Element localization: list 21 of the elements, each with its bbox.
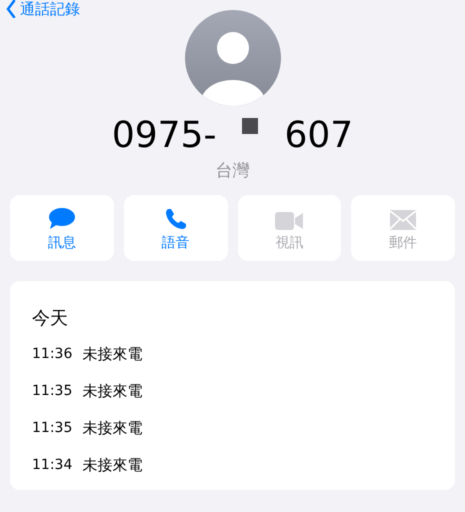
call-time: 11:36 bbox=[32, 345, 72, 364]
call-type: 未接來電 bbox=[82, 381, 142, 402]
day-heading: 今天 bbox=[32, 307, 69, 331]
call-type: 未接來電 bbox=[82, 418, 142, 440]
call-time: 11:35 bbox=[32, 419, 72, 438]
phone-icon bbox=[164, 208, 187, 230]
call-type: 未接來電 bbox=[82, 455, 142, 476]
video-camera-icon bbox=[275, 212, 304, 230]
back-link[interactable]: 通話記錄 bbox=[20, 0, 80, 18]
avatar-icon bbox=[184, 10, 280, 106]
call-type: 未接來電 bbox=[82, 344, 142, 366]
phone-number: 607 bbox=[284, 114, 354, 158]
phone-number: 0975- bbox=[112, 114, 216, 158]
envelope-icon bbox=[390, 210, 416, 230]
region-label: 台灣 bbox=[216, 160, 250, 182]
speech-bubble-icon bbox=[48, 208, 75, 230]
back-icon[interactable] bbox=[6, 0, 16, 18]
call-time: 11:34 bbox=[32, 456, 72, 475]
message-button[interactable]: 訊息 bbox=[10, 195, 114, 261]
voice-call-button[interactable]: 語音 bbox=[124, 195, 228, 261]
call-time: 11:35 bbox=[32, 382, 72, 401]
